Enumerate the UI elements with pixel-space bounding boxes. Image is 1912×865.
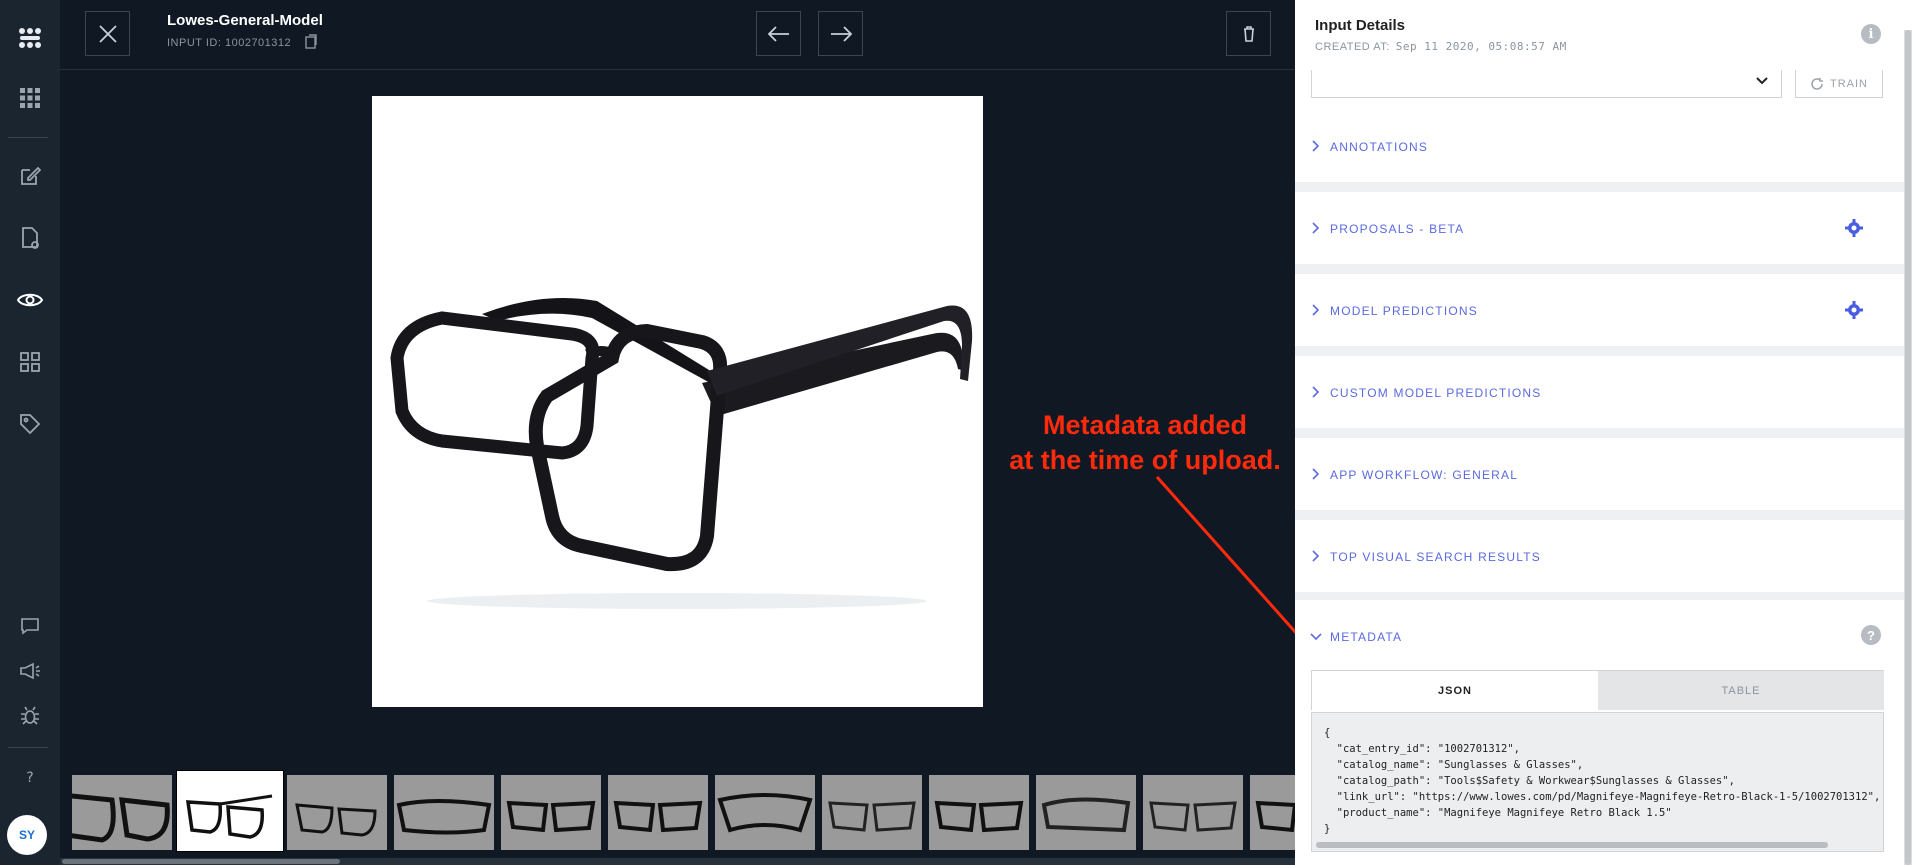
- metadata-tabs: JSON TABLE: [1311, 670, 1884, 710]
- scrollbar-thumb[interactable]: [1905, 30, 1911, 865]
- info-icon[interactable]: i: [1861, 24, 1881, 44]
- eye-icon[interactable]: [0, 280, 60, 320]
- created-at-label: CREATED AT:: [1315, 41, 1390, 53]
- tag-icon[interactable]: [0, 404, 60, 444]
- nav-divider: [8, 137, 48, 138]
- document-icon[interactable]: [0, 218, 60, 258]
- chat-icon[interactable]: [0, 606, 60, 646]
- train-label: TRAIN: [1830, 77, 1868, 90]
- dashboard-icon[interactable]: [0, 342, 60, 382]
- chevron-right-icon: [1312, 140, 1320, 152]
- metadata-json-text: { "cat_entry_id": "1002701312", "catalog…: [1324, 727, 1881, 835]
- model-select-row: TRAIN: [1295, 70, 1912, 110]
- section-label[interactable]: METADATA: [1330, 630, 1402, 644]
- section-label: TOP VISUAL SEARCH RESULTS: [1330, 550, 1541, 564]
- chevron-right-icon: [1312, 222, 1320, 234]
- left-nav: ? SY: [0, 0, 60, 865]
- model-select[interactable]: [1311, 70, 1782, 98]
- thumbnail[interactable]: [287, 775, 387, 850]
- horizontal-scrollbar[interactable]: [60, 858, 1295, 865]
- help-icon[interactable]: ?: [1861, 625, 1881, 645]
- refresh-icon: [1811, 77, 1823, 90]
- logo-icon[interactable]: [0, 18, 60, 58]
- gear-icon[interactable]: [1845, 301, 1863, 319]
- input-details-panel: Input Details CREATED AT: Sep 11 2020, 05…: [1295, 0, 1912, 865]
- panel-scrollbar[interactable]: [1904, 30, 1912, 865]
- section-label: MODEL PREDICTIONS: [1330, 304, 1478, 318]
- thumbnail[interactable]: [72, 775, 172, 850]
- bug-icon[interactable]: [0, 696, 60, 736]
- thumbnail[interactable]: [929, 775, 1029, 850]
- edit-icon[interactable]: [0, 156, 60, 196]
- chevron-right-icon: [1312, 468, 1320, 480]
- megaphone-icon[interactable]: [0, 651, 60, 691]
- thumbnail-strip: [60, 770, 1295, 852]
- thumbnail[interactable]: [608, 775, 708, 850]
- chevron-down-icon: [1756, 77, 1768, 85]
- created-at-value: Sep 11 2020, 05:08:57 AM: [1395, 40, 1567, 53]
- chevron-right-icon: [1312, 304, 1320, 316]
- section-label: PROPOSALS - BETA: [1330, 222, 1465, 236]
- section-visual-search[interactable]: TOP VISUAL SEARCH RESULTS: [1295, 520, 1905, 592]
- apps-grid-icon[interactable]: [0, 78, 60, 118]
- panel-title: Input Details: [1315, 17, 1406, 34]
- panel-header: Input Details CREATED AT: Sep 11 2020, 05…: [1295, 0, 1912, 70]
- section-metadata: METADATA ? JSON TABLE { "cat_entry_id": …: [1295, 600, 1905, 865]
- thumbnail[interactable]: [501, 775, 601, 850]
- created-at: CREATED AT: Sep 11 2020, 05:08:57 AM: [1315, 40, 1567, 53]
- metadata-json-editor[interactable]: { "cat_entry_id": "1002701312", "catalog…: [1311, 712, 1884, 852]
- train-button[interactable]: TRAIN: [1795, 70, 1883, 98]
- section-label: APP WORKFLOW: GENERAL: [1330, 468, 1519, 482]
- scrollbar-thumb[interactable]: [62, 859, 340, 864]
- chevron-right-icon: [1312, 386, 1320, 398]
- thumbnail[interactable]: [715, 775, 815, 850]
- chevron-right-icon: [1312, 550, 1320, 562]
- gear-icon[interactable]: [1845, 219, 1863, 237]
- section-annotations[interactable]: ANNOTATIONS: [1295, 110, 1905, 182]
- thumbnail[interactable]: [822, 775, 922, 850]
- help-nav-icon[interactable]: ?: [0, 758, 60, 798]
- json-scrollbar[interactable]: [1316, 842, 1828, 848]
- section-label: CUSTOM MODEL PREDICTIONS: [1330, 386, 1542, 400]
- tab-table[interactable]: TABLE: [1598, 671, 1884, 710]
- app-root: ? SY Lowes-General-Model INPUT ID: 10027…: [0, 0, 1912, 865]
- nav-divider: [8, 747, 48, 748]
- chevron-down-icon[interactable]: [1309, 632, 1323, 642]
- thumbnail-selected[interactable]: [176, 770, 284, 852]
- thumbnail[interactable]: [1036, 775, 1136, 850]
- thumbnail[interactable]: [394, 775, 494, 850]
- image-viewer: Lowes-General-Model INPUT ID: 1002701312: [60, 0, 1295, 865]
- tab-json[interactable]: JSON: [1312, 671, 1598, 710]
- section-custom-model-predictions[interactable]: CUSTOM MODEL PREDICTIONS: [1295, 356, 1905, 428]
- section-proposals[interactable]: PROPOSALS - BETA: [1295, 192, 1905, 264]
- thumbnail[interactable]: [1143, 775, 1243, 850]
- section-label: ANNOTATIONS: [1330, 140, 1429, 154]
- section-app-workflow[interactable]: APP WORKFLOW: GENERAL: [1295, 438, 1905, 510]
- annotation-arrow-icon: [1155, 476, 1295, 634]
- thumbnail[interactable]: [1250, 775, 1295, 850]
- section-model-predictions[interactable]: MODEL PREDICTIONS: [1295, 274, 1905, 346]
- avatar[interactable]: SY: [7, 815, 47, 855]
